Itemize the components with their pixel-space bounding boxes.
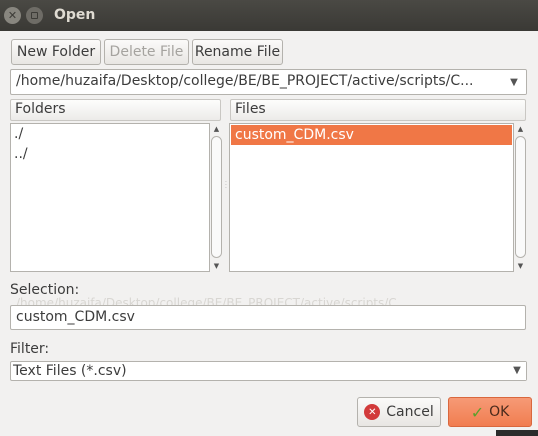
chevron-down-icon[interactable]: ▼ (508, 362, 526, 380)
pane-splitter-handle[interactable]: · · · (224, 180, 228, 192)
selection-input[interactable]: custom_CDM.csv (10, 305, 526, 330)
cancel-button-label: Cancel (386, 404, 434, 420)
folders-scrollbar[interactable]: ▲ ▼ (210, 123, 223, 272)
rename-file-button[interactable]: Rename File (192, 39, 283, 65)
path-combo[interactable]: /home/huzaifa/Desktop/college/BE/BE_PROJ… (10, 69, 527, 95)
filter-combo[interactable]: Text Files (*.csv) ▼ (10, 361, 527, 381)
file-item-selected[interactable]: custom_CDM.csv (231, 125, 512, 145)
folders-list[interactable]: ./ ../ (10, 123, 210, 272)
folder-item[interactable]: ./ (11, 124, 209, 144)
folder-item[interactable]: ../ (11, 144, 209, 164)
scroll-down-icon[interactable]: ▼ (210, 261, 223, 271)
filter-value: Text Files (*.csv) (13, 363, 127, 379)
files-scroll-thumb[interactable] (515, 136, 526, 258)
files-list[interactable]: custom_CDM.csv (229, 123, 514, 272)
close-icon[interactable]: ✕ (4, 7, 21, 24)
scroll-up-icon[interactable]: ▲ (210, 124, 223, 134)
title-bar: ✕ Open (0, 0, 538, 31)
files-header: Files (230, 99, 526, 121)
scroll-up-icon[interactable]: ▲ (514, 124, 527, 134)
window-title: Open (54, 7, 96, 23)
cancel-button[interactable]: ✕ Cancel (357, 397, 441, 427)
minimize-icon[interactable] (26, 7, 43, 24)
window-corner (496, 430, 538, 436)
files-scrollbar[interactable]: ▲ ▼ (514, 123, 527, 272)
scroll-down-icon[interactable]: ▼ (514, 261, 527, 271)
ok-button-label: OK (489, 404, 510, 420)
delete-file-button[interactable]: Delete File (104, 39, 189, 65)
chevron-down-icon[interactable]: ▼ (502, 70, 526, 94)
path-combo-value: /home/huzaifa/Desktop/college/BE/BE_PROJ… (16, 73, 474, 89)
new-folder-button[interactable]: New Folder (11, 39, 101, 65)
checkmark-icon: ✓ (470, 402, 485, 422)
ok-button[interactable]: ✓ OK (448, 397, 532, 427)
folders-header: Folders (10, 99, 221, 121)
filter-label: Filter: (10, 341, 50, 357)
folders-scroll-thumb[interactable] (211, 136, 222, 258)
cancel-icon: ✕ (364, 404, 381, 420)
file-open-dialog: New Folder Delete File Rename File /home… (0, 31, 538, 436)
